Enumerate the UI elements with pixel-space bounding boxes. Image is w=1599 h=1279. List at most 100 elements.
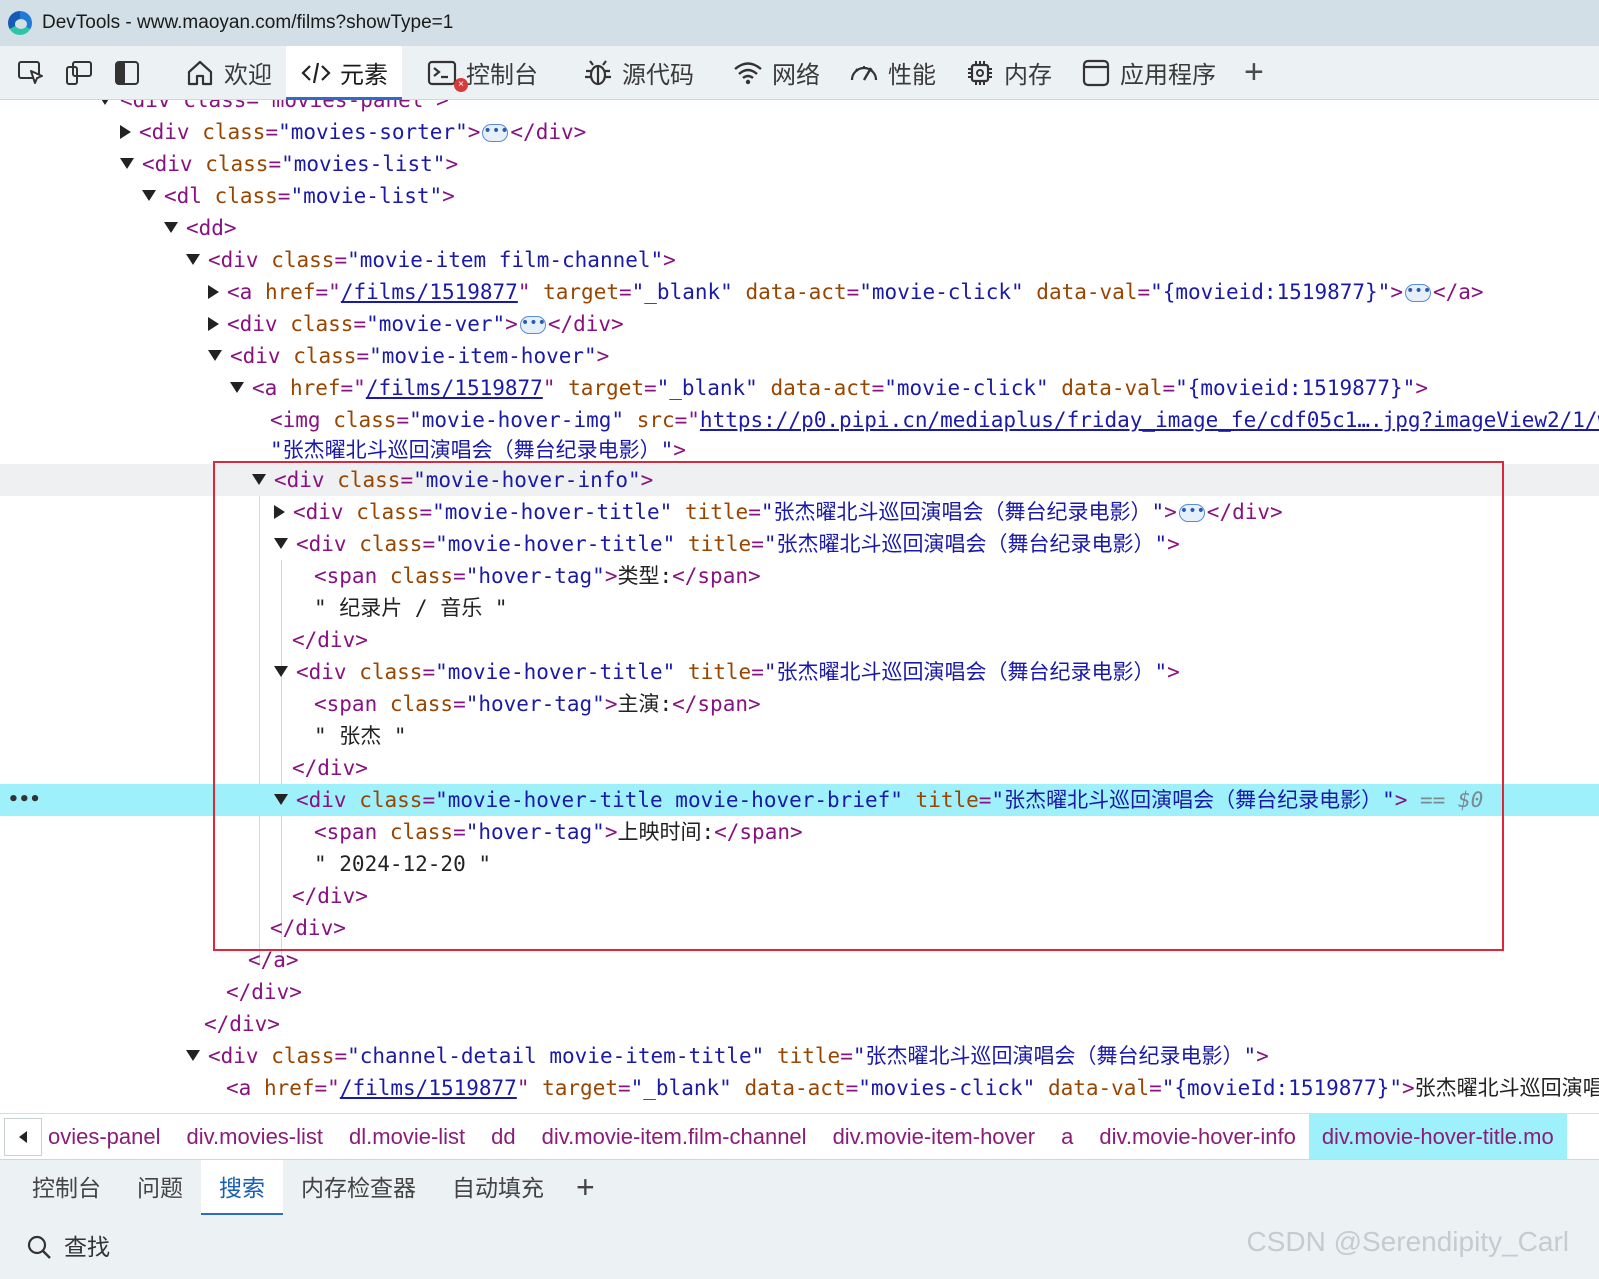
dom-close-div: </div>: [292, 756, 368, 780]
tab-label: 源代码: [622, 62, 694, 89]
expand-triangle-icon[interactable]: [120, 124, 131, 139]
dom-node-img[interactable]: <img class="movie-hover-img" src="https:…: [0, 404, 1599, 436]
tab-label: 控制台: [466, 62, 538, 89]
tab-sources[interactable]: 源代码: [568, 46, 708, 100]
ellipsis-icon[interactable]: •••: [519, 316, 546, 334]
collapse-triangle-icon[interactable]: [186, 1049, 200, 1061]
dom-text-release-date[interactable]: " 2024-12-20 ": [0, 848, 1599, 880]
dom-node-span-cast[interactable]: <span class="hover-tag">主演:</span>: [0, 688, 1599, 720]
search-input[interactable]: [64, 1233, 664, 1261]
tab-performance[interactable]: 性能: [834, 46, 950, 100]
search-icon: [27, 1235, 51, 1259]
collapse-triangle-icon[interactable]: [274, 793, 288, 805]
tab-label: 内存: [1004, 62, 1052, 89]
expand-triangle-icon[interactable]: [208, 284, 219, 299]
href-link[interactable]: /films/1519877: [341, 280, 518, 304]
collapse-triangle-icon[interactable]: [98, 100, 112, 105]
tab-application[interactable]: 应用程序: [1066, 46, 1230, 100]
drawer-tab-issues[interactable]: 问题: [119, 1160, 201, 1216]
dom-close-div: </div>: [292, 628, 368, 652]
tab-memory[interactable]: 内存: [950, 46, 1066, 100]
collapse-triangle-icon[interactable]: [274, 537, 288, 549]
crumb-item[interactable]: div.movies-list: [174, 1114, 337, 1159]
collapse-triangle-icon[interactable]: [208, 349, 222, 361]
drawer-add-tab-plus-icon[interactable]: +: [576, 1169, 595, 1206]
collapse-triangle-icon[interactable]: [120, 157, 134, 169]
collapse-triangle-icon[interactable]: [230, 381, 244, 393]
dom-node-movie-list-dl[interactable]: <dl class="movie-list">: [0, 180, 1599, 212]
collapse-triangle-icon[interactable]: [274, 665, 288, 677]
dom-node-movies-panel[interactable]: <div class="movies-panel">: [0, 100, 1599, 116]
console-error-badge: ×: [454, 77, 468, 92]
more-tools-plus-icon[interactable]: +: [1244, 53, 1264, 92]
drawer-tabbar: 控制台 问题 搜索 内存检查器 自动填充 +: [0, 1159, 1599, 1216]
dom-node-anchor-3[interactable]: <a href="/films/1519877" target="_blank"…: [0, 1072, 1599, 1104]
dom-close-div: </div>: [204, 1012, 280, 1036]
dom-node-hover-title-3[interactable]: <div class="movie-hover-title" title="张杰…: [0, 656, 1599, 688]
crumb-item-active[interactable]: div.movie-hover-title.mo: [1308, 1114, 1567, 1159]
expand-triangle-icon[interactable]: [274, 504, 285, 519]
href-link[interactable]: /films/1519877: [340, 1076, 517, 1100]
dom-close-a: </a>: [248, 948, 299, 972]
collapse-triangle-icon[interactable]: [164, 221, 178, 233]
dom-node-hover-title-1[interactable]: <div class="movie-hover-title" title="张杰…: [0, 496, 1599, 528]
crumb-item[interactable]: div.movie-item-hover: [820, 1114, 1049, 1159]
dom-node-channel-detail[interactable]: <div class="channel-detail movie-item-ti…: [0, 1040, 1599, 1072]
dom-node-movies-list[interactable]: <div class="movies-list">: [0, 148, 1599, 180]
edge-logo-icon: [8, 11, 32, 35]
devtools-toolbar: 欢迎 元素 × 控制台 源代码 网络 性能 内存 应用程序 +: [0, 45, 1599, 100]
dom-node-span-type[interactable]: <span class="hover-tag">类型:</span>: [0, 560, 1599, 592]
crumb-item[interactable]: div.movie-item.film-channel: [529, 1114, 820, 1159]
ellipsis-icon[interactable]: •••: [1178, 504, 1205, 522]
tab-label: 欢迎: [224, 62, 272, 89]
dock-side-icon[interactable]: [110, 56, 144, 90]
dom-text-cast[interactable]: " 张杰 ": [0, 720, 1599, 752]
dom-node-movie-item[interactable]: <div class="movie-item film-channel">: [0, 244, 1599, 276]
dom-node-hover-brief-selected[interactable]: ••• <div class="movie-hover-title movie-h…: [0, 784, 1599, 816]
expand-triangle-icon[interactable]: [208, 316, 219, 331]
code-icon: [301, 62, 331, 83]
crumb-item[interactable]: div.movie-hover-info: [1086, 1114, 1308, 1159]
dom-text-genre[interactable]: " 纪录片 / 音乐 ": [0, 592, 1599, 624]
device-emulation-icon[interactable]: [62, 56, 96, 90]
elements-dom-tree: <div class="movies-panel"> <div class="m…: [0, 100, 1599, 1137]
dom-node-movie-item-hover[interactable]: <div class="movie-item-hover">: [0, 340, 1599, 372]
dom-node-movie-hover-info[interactable]: <div class="movie-hover-info">: [0, 464, 1599, 496]
crumb-item[interactable]: a: [1048, 1114, 1086, 1159]
collapse-triangle-icon[interactable]: [142, 189, 156, 201]
dom-node-dd[interactable]: <dd>: [0, 212, 1599, 244]
drawer-tab-console[interactable]: 控制台: [14, 1160, 119, 1216]
dom-close-div: </div>: [292, 884, 368, 908]
dom-close-div: </div>: [226, 980, 302, 1004]
dom-close-div: </div>: [270, 916, 346, 940]
dom-node-img-alt: "张杰曜北斗巡回演唱会（舞台纪录电影）">: [270, 438, 686, 462]
dom-node-movie-ver[interactable]: <div class="movie-ver"> •••</div>: [0, 308, 1599, 340]
drawer-tab-search[interactable]: 搜索: [201, 1159, 283, 1216]
dom-node-hover-title-2[interactable]: <div class="movie-hover-title" title="张杰…: [0, 528, 1599, 560]
watermark: CSDN @Serendipity_Carl: [1246, 1226, 1569, 1257]
dom-node-movies-sorter[interactable]: <div class="movies-sorter"> •••</div>: [0, 116, 1599, 148]
title-bar: DevTools - www.maoyan.com/films?showType…: [0, 0, 1599, 46]
dom-node-anchor-1[interactable]: <a href="/films/1519877" target="_blank"…: [0, 276, 1599, 308]
collapse-triangle-icon[interactable]: [252, 473, 266, 485]
drawer-tab-autofill[interactable]: 自动填充: [434, 1160, 562, 1216]
ellipsis-icon[interactable]: •••: [482, 124, 509, 142]
drawer-tab-memory-inspector[interactable]: 内存检查器: [283, 1160, 434, 1216]
dom-node-span-release[interactable]: <span class="hover-tag">上映时间:</span>: [0, 816, 1599, 848]
img-src-link[interactable]: https://p0.pipi.cn/mediaplus/friday_imag…: [700, 408, 1599, 432]
inspect-element-icon[interactable]: [14, 56, 48, 90]
tab-network[interactable]: 网络: [718, 46, 834, 100]
crumb-item[interactable]: dd: [478, 1114, 528, 1159]
collapse-triangle-icon[interactable]: [186, 253, 200, 265]
href-link[interactable]: /films/1519877: [366, 376, 543, 400]
row-more-icon[interactable]: •••: [8, 784, 41, 816]
breadcrumb-scroll-left-icon[interactable]: [4, 1117, 42, 1156]
home-icon: [187, 60, 213, 85]
crumb-item[interactable]: dl.movie-list: [336, 1114, 478, 1159]
tab-welcome[interactable]: 欢迎: [170, 46, 286, 100]
ellipsis-icon[interactable]: •••: [1404, 284, 1431, 302]
tab-console[interactable]: × 控制台: [412, 46, 552, 100]
crumb-item[interactable]: ovies-panel: [42, 1114, 174, 1159]
tab-elements[interactable]: 元素: [286, 45, 402, 100]
dom-node-anchor-2[interactable]: <a href="/films/1519877" target="_blank"…: [0, 372, 1599, 404]
